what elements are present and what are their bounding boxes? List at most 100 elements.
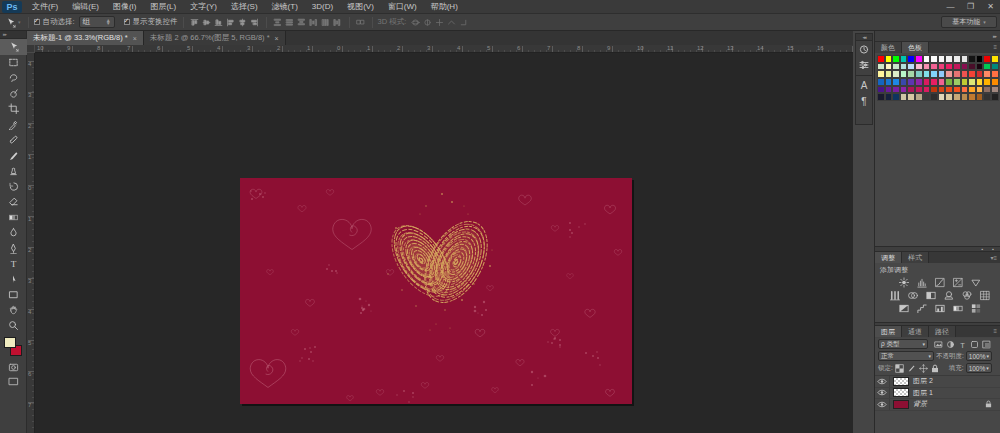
tools-panel-header[interactable]: ▸▸: [0, 31, 26, 39]
menu-8[interactable]: 视图(V): [340, 0, 381, 13]
document-tab-2[interactable]: 未标题 2 @ 66.7%(图层 5, RGB/8) *×: [144, 31, 286, 45]
layer-visibility-eye-icon[interactable]: [875, 399, 890, 410]
tab-layers[interactable]: 图层: [875, 326, 902, 337]
color-swatch[interactable]: [923, 93, 931, 101]
menu-4[interactable]: 文字(Y): [183, 0, 224, 13]
color-swatch[interactable]: [968, 93, 976, 101]
spot-healing-tool[interactable]: [0, 132, 27, 148]
color-swatch[interactable]: [930, 78, 938, 86]
black-white-adjustment-icon[interactable]: [925, 290, 938, 301]
color-swatch[interactable]: [976, 78, 984, 86]
color-swatch[interactable]: [923, 55, 931, 63]
color-swatch[interactable]: [983, 93, 991, 101]
align-top-icon[interactable]: [189, 16, 201, 29]
color-swatch[interactable]: [976, 55, 984, 63]
color-swatch[interactable]: [877, 70, 885, 78]
menu-5[interactable]: 选择(S): [224, 0, 265, 13]
color-balance-adjustment-icon[interactable]: [907, 290, 920, 301]
selective-color-adjustment-icon[interactable]: [970, 303, 983, 314]
levels-adjustment-icon[interactable]: [916, 277, 929, 288]
lock-all-icon[interactable]: [931, 364, 939, 373]
posterize-adjustment-icon[interactable]: [916, 303, 929, 314]
color-swatch[interactable]: [892, 78, 900, 86]
show-transform-checkbox[interactable]: [124, 19, 130, 25]
color-swatch[interactable]: [900, 93, 908, 101]
tab-close-icon[interactable]: ×: [133, 35, 137, 42]
color-swatch[interactable]: [953, 86, 961, 94]
color-swatch[interactable]: [877, 78, 885, 86]
color-swatch[interactable]: [945, 63, 953, 71]
3d-rotate-icon[interactable]: [409, 16, 421, 29]
color-swatch[interactable]: [968, 55, 976, 63]
color-swatch[interactable]: [991, 78, 999, 86]
color-swatch[interactable]: [900, 86, 908, 94]
color-swatch[interactable]: [892, 93, 900, 101]
menu-3[interactable]: 图层(L): [143, 0, 183, 13]
opacity-dropdown[interactable]: 100%▾: [966, 351, 992, 361]
lasso-tool[interactable]: [0, 70, 27, 86]
color-swatch[interactable]: [930, 70, 938, 78]
menu-0[interactable]: 文件(F): [25, 0, 65, 13]
minimize-button[interactable]: —: [945, 2, 956, 11]
blend-mode-dropdown[interactable]: 正常▾: [878, 351, 934, 361]
color-swatch[interactable]: [961, 55, 969, 63]
auto-align-button[interactable]: [355, 16, 367, 29]
filter-smart-icon[interactable]: [982, 340, 991, 349]
menu-6[interactable]: 滤镜(T): [265, 0, 305, 13]
invert-adjustment-icon[interactable]: [898, 303, 911, 314]
canvas-image[interactable]: [240, 178, 632, 404]
tab-channels[interactable]: 通道: [902, 326, 929, 337]
3d-drag-icon[interactable]: [433, 16, 445, 29]
dist-middle-icon[interactable]: [284, 16, 296, 29]
align-bottom-icon[interactable]: [213, 16, 225, 29]
color-swatch[interactable]: [877, 86, 885, 94]
layers-panel-menu-icon[interactable]: ≡: [993, 328, 997, 334]
color-swatch[interactable]: [930, 93, 938, 101]
color-swatch[interactable]: [907, 78, 915, 86]
layer-visibility-eye-icon[interactable]: [875, 388, 890, 399]
ruler-corner[interactable]: [27, 45, 35, 53]
color-swatch[interactable]: [938, 55, 946, 63]
color-swatch[interactable]: [923, 86, 931, 94]
color-swatch[interactable]: [945, 55, 953, 63]
color-swatch[interactable]: [915, 93, 923, 101]
zoom-tool[interactable]: [0, 318, 27, 334]
color-swatch[interactable]: [983, 55, 991, 63]
color-swatch[interactable]: [907, 93, 915, 101]
screen-mode-button[interactable]: [0, 375, 27, 389]
color-swatch[interactable]: [885, 70, 893, 78]
color-swatch[interactable]: [938, 70, 946, 78]
color-swatch[interactable]: [900, 63, 908, 71]
layer-filter-dropdown[interactable]: ρ 类型▾: [878, 339, 928, 349]
color-swatch[interactable]: [991, 55, 999, 63]
pen-tool[interactable]: [0, 241, 27, 257]
fill-dropdown[interactable]: 100%▾: [966, 363, 992, 373]
lock-transparent-icon[interactable]: [895, 364, 904, 373]
color-swatch[interactable]: [953, 63, 961, 71]
color-swatch[interactable]: [892, 86, 900, 94]
color-swatch[interactable]: [945, 93, 953, 101]
color-swatch[interactable]: [938, 86, 946, 94]
color-swatch[interactable]: [945, 78, 953, 86]
color-swatch[interactable]: [877, 63, 885, 71]
document-tab-1[interactable]: 未标题-1 @ 33.3%(RGB/8) *×: [27, 31, 144, 45]
quick-selection-tool[interactable]: [0, 86, 27, 102]
eyedropper-tool[interactable]: [0, 117, 27, 133]
color-swatch[interactable]: [877, 93, 885, 101]
color-swatch[interactable]: [976, 70, 984, 78]
swatches-panel-menu-icon[interactable]: ≡: [993, 44, 997, 50]
align-center-h-icon[interactable]: [237, 16, 249, 29]
color-swatch[interactable]: [968, 78, 976, 86]
color-swatch[interactable]: [953, 70, 961, 78]
color-swatch[interactable]: [961, 86, 969, 94]
color-lookup-adjustment-icon[interactable]: [979, 290, 992, 301]
color-swatch[interactable]: [953, 55, 961, 63]
color-swatch[interactable]: [892, 70, 900, 78]
color-swatch[interactable]: [923, 78, 931, 86]
dist-left-icon[interactable]: [308, 16, 320, 29]
path-selection-tool[interactable]: [0, 272, 27, 288]
color-swatch[interactable]: [938, 78, 946, 86]
collapse-dock-button[interactable]: ▸▸: [875, 31, 1000, 42]
brightness-contrast-adjustment-icon[interactable]: [898, 277, 911, 288]
adjustments-panel-menu-icon[interactable]: ▾≡: [990, 254, 997, 261]
